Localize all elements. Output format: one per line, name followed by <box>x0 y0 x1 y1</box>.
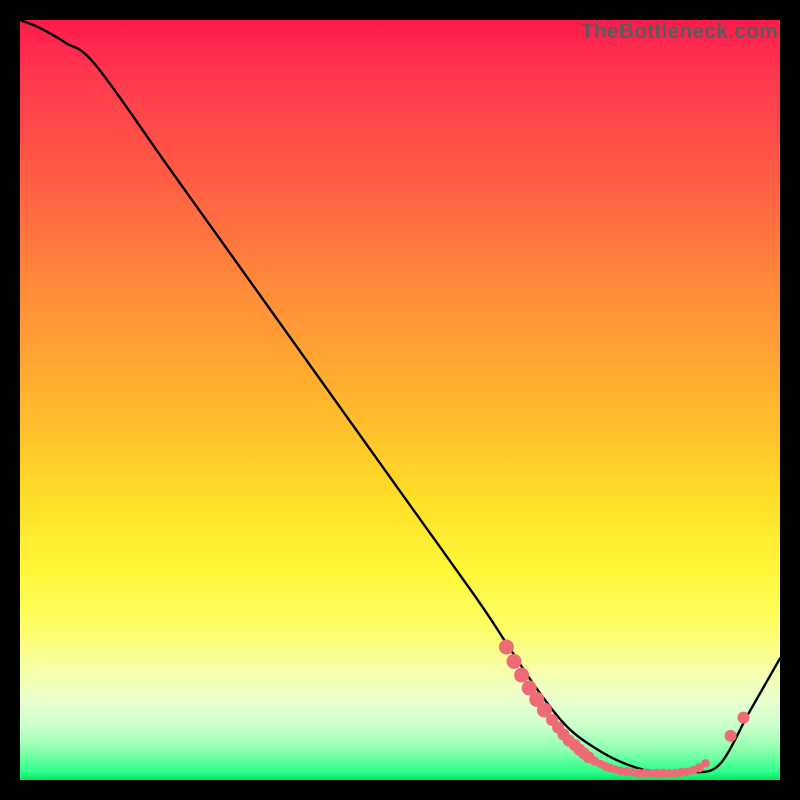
watermark-label: TheBottleneck.com <box>581 20 778 44</box>
curve-marker <box>499 640 514 655</box>
curve-marker <box>601 762 610 771</box>
curve-marker <box>683 767 691 775</box>
curve-marker <box>596 760 604 768</box>
curve-marker <box>537 703 552 718</box>
curve-marker <box>665 769 673 777</box>
chart-overlay <box>20 20 780 780</box>
curve-marker <box>507 654 522 669</box>
curve-marker <box>689 766 698 775</box>
curve-marker <box>522 681 537 696</box>
curve-marker <box>622 767 631 776</box>
curve-marker <box>546 714 558 726</box>
curve-marker <box>652 769 661 778</box>
curve-marker <box>557 728 569 740</box>
curve-marker <box>578 747 590 759</box>
plot-area: TheBottleneck.com <box>20 20 780 780</box>
curve-marker <box>695 763 704 772</box>
curve-marker <box>628 768 636 776</box>
curve-marker <box>634 769 643 778</box>
curve-marker <box>582 751 594 763</box>
curve-marker <box>529 692 544 707</box>
curve-marker <box>590 756 599 765</box>
curve-marker <box>671 769 680 778</box>
curve-marker <box>616 766 625 775</box>
chart-root: TheBottleneck.com <box>0 0 800 800</box>
bottleneck-curve <box>20 20 780 773</box>
curve-marker <box>738 712 750 724</box>
curve-marker <box>647 769 655 777</box>
curve-marker <box>658 769 667 778</box>
curve-marker <box>569 739 581 751</box>
curve-marker <box>563 734 575 746</box>
curve-marker <box>611 765 619 773</box>
curve-marker <box>514 668 529 683</box>
curve-markers <box>499 640 750 778</box>
curve-marker <box>701 759 709 767</box>
curve-marker <box>677 768 686 777</box>
curve-marker <box>573 744 585 756</box>
curve-marker <box>605 763 614 772</box>
curve-marker <box>552 722 564 734</box>
curve-marker <box>725 730 737 742</box>
curve-marker <box>640 769 649 778</box>
